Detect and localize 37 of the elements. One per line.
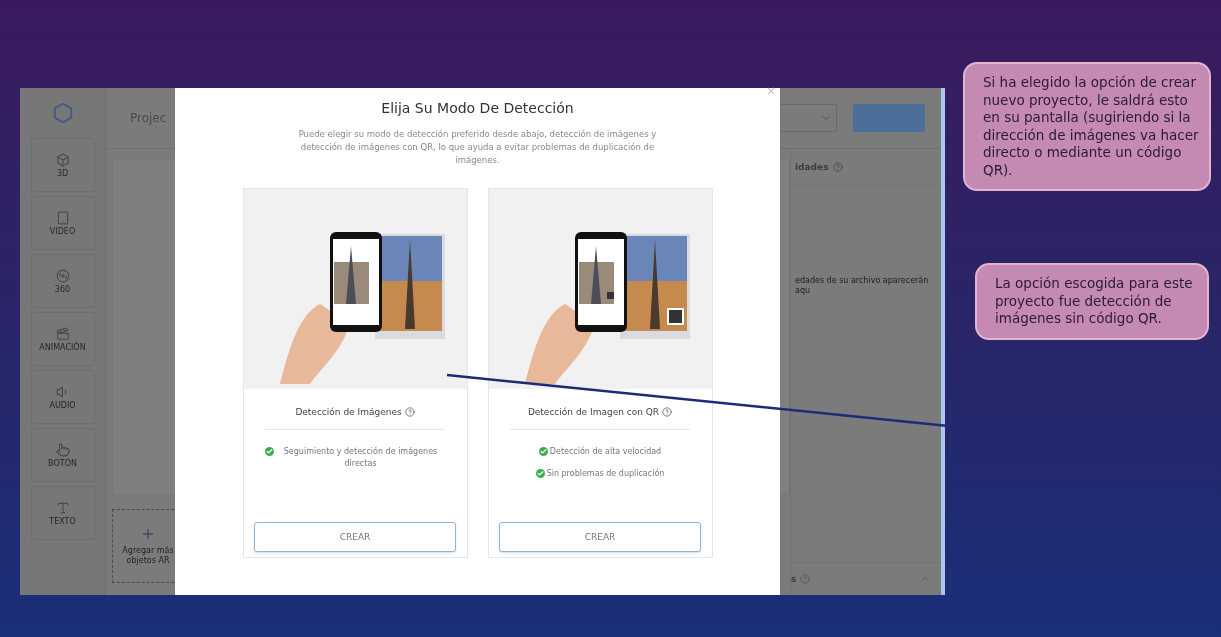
help-icon bbox=[832, 162, 843, 172]
check-icon bbox=[538, 446, 548, 456]
sidebar-item-icon bbox=[55, 210, 70, 225]
dialog-description: Puede elegir su modo de detección preferido desde abajo, detección de imágenes y detección de imágenes con QR, lo que ayuda a evitar problemas de duplicación de imágenes. bbox=[297, 128, 658, 168]
check-icon bbox=[265, 446, 274, 456]
sidebar-item-icon bbox=[55, 326, 70, 341]
section-title: idades bbox=[795, 162, 829, 172]
sidebar-item[interactable]: BOTÓN bbox=[30, 428, 95, 482]
help-icon bbox=[662, 406, 673, 417]
sidebar-item[interactable]: 360 bbox=[30, 254, 95, 308]
card-title: Detección de Imagen con QR bbox=[527, 406, 660, 417]
sidebar-item-icon bbox=[55, 268, 70, 283]
create-button[interactable]: CREAR bbox=[254, 521, 456, 552]
sidebar-item-icon bbox=[55, 500, 70, 515]
sidebar-item[interactable]: AUDIO bbox=[30, 370, 95, 424]
sidebar-item-icon bbox=[55, 152, 70, 167]
empty-hint: edades de su archivo aparecerán aqu bbox=[795, 276, 930, 297]
create-button[interactable]: CREAR bbox=[499, 521, 701, 552]
help-icon bbox=[404, 406, 415, 417]
dialog-title: Elija Su Modo De Detección bbox=[381, 100, 574, 116]
callout-note: Si ha elegido la opción de crear nuevo proyecto, le saldrá esto en su pantalla (sugiriendo si la dirección de imágenes va hacer directo o mediante un código QR). bbox=[963, 62, 1211, 192]
sidebar-item-icon bbox=[55, 442, 70, 457]
feature-text: Seguimiento y detección de imágenes directas bbox=[282, 445, 439, 470]
feature-text: Sin problemas de duplicación bbox=[546, 467, 665, 480]
action-button[interactable] bbox=[853, 104, 925, 132]
sidebar-item[interactable]: VIDEO bbox=[30, 196, 95, 250]
feature-text: Detección de alta velocidad bbox=[549, 445, 662, 458]
callout-note: La opción escogida para este proyecto fue detección de imágenes sin código QR. bbox=[975, 263, 1209, 340]
sidebar-item[interactable]: TEXTO bbox=[30, 486, 95, 540]
sidebar-item[interactable]: ANIMACIÓN bbox=[30, 312, 95, 366]
close-button[interactable]: × bbox=[765, 84, 776, 98]
card-title: Detección de Imágenes bbox=[295, 406, 402, 417]
check-icon bbox=[535, 468, 545, 478]
sidebar-item[interactable]: 3D bbox=[30, 138, 95, 192]
logo-icon bbox=[51, 102, 74, 124]
help-icon bbox=[800, 574, 811, 584]
section-title: s bbox=[791, 574, 797, 584]
